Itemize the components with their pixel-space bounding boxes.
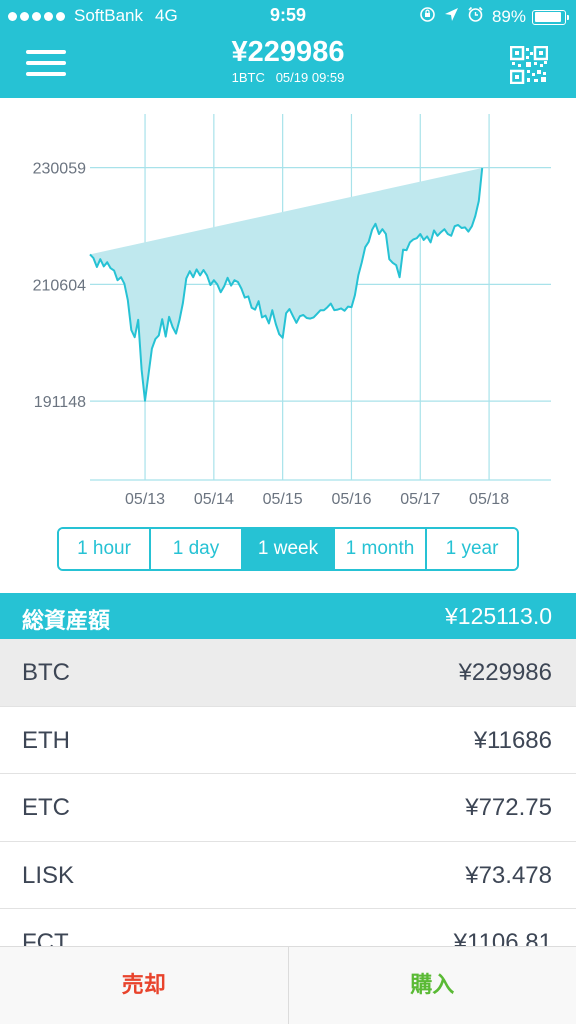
x-tick-label: 05/13 <box>125 491 165 508</box>
y-tick-label: 191148 <box>34 394 86 411</box>
total-assets-value: ¥125113.0 <box>444 603 552 629</box>
status-bar: SoftBank 4G 9:59 89% <box>0 0 576 32</box>
action-bar: 売却 購入 <box>0 946 576 1024</box>
battery-icon <box>532 9 569 25</box>
total-assets-bar: 総資産額 ¥125113.0 <box>0 593 576 639</box>
range-selector: 1 hour 1 day 1 week 1 month 1 year <box>57 527 519 571</box>
asset-symbol: BTC <box>22 659 70 686</box>
asset-row-lisk[interactable]: LISK ¥73.478 <box>0 842 576 909</box>
asset-row-eth[interactable]: ETH ¥11686 <box>0 707 576 774</box>
asset-row-etc[interactable]: ETC ¥772.75 <box>0 774 576 842</box>
asset-symbol: LISK <box>22 861 75 889</box>
asset-price: ¥11686 <box>473 726 552 754</box>
current-price: ¥229986 <box>231 36 345 68</box>
range-option-1-day[interactable]: 1 day <box>151 529 243 569</box>
qr-code-icon[interactable] <box>509 45 549 85</box>
x-tick-label: 05/17 <box>400 491 440 508</box>
asset-row-btc[interactable]: BTC ¥229986 <box>0 639 576 707</box>
buy-button[interactable]: 購入 <box>289 947 576 1024</box>
price-subtitle: 1BTC 05/19 09:59 <box>231 70 345 85</box>
range-option-1-week[interactable]: 1 week <box>243 529 335 569</box>
y-tick-label: 230059 <box>33 161 86 178</box>
asset-list: BTC ¥229986 ETH ¥11686 ETC ¥772.75 LISK ¥73.478… <box>0 639 576 977</box>
app-header: SoftBank 4G 9:59 89% ¥229986 1BTC 05/19 … <box>0 0 576 98</box>
x-tick-label: 05/18 <box>469 491 509 508</box>
total-assets-label: 総資産額 <box>22 608 111 633</box>
location-arrow-icon <box>444 7 459 27</box>
y-tick-label: 210604 <box>33 277 86 294</box>
alarm-icon <box>467 6 484 28</box>
x-tick-label: 05/14 <box>194 491 234 508</box>
asset-price: ¥229986 <box>458 659 552 686</box>
asset-price: ¥772.75 <box>465 794 552 821</box>
range-option-1-month[interactable]: 1 month <box>335 529 427 569</box>
asset-symbol: ETH <box>22 726 70 754</box>
rotation-lock-icon <box>419 6 436 28</box>
x-tick-label: 05/16 <box>331 491 371 508</box>
battery-percent: 89% <box>491 7 526 26</box>
range-option-1-year[interactable]: 1 year <box>427 529 517 569</box>
price-chart: 230059 210604 191148 05/13 05/14 05/15 05/16 05… <box>33 114 551 508</box>
sell-button[interactable]: 売却 <box>0 947 289 1024</box>
x-tick-label: 05/15 <box>263 491 303 508</box>
asset-symbol: ETC <box>22 794 70 821</box>
asset-price: ¥73.478 <box>465 861 552 889</box>
range-option-1-hour[interactable]: 1 hour <box>59 529 151 569</box>
